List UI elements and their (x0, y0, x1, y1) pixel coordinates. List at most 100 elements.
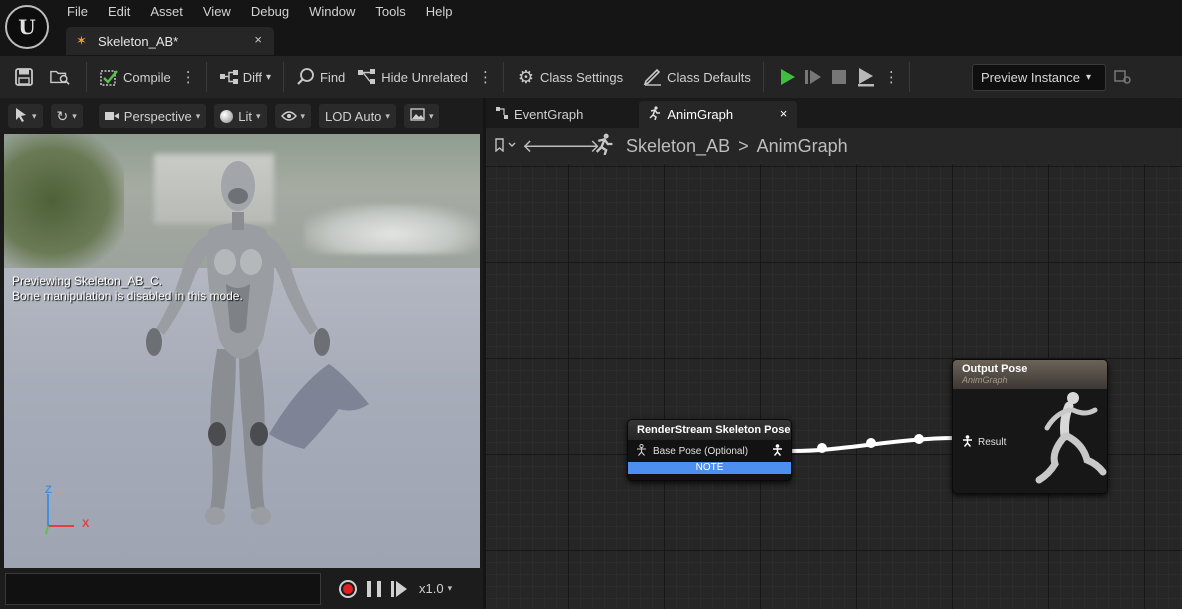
toolbar-divider (205, 62, 207, 92)
toolbar-divider (762, 62, 764, 92)
preview-instance-dropdown[interactable]: Preview Instance ▾ (972, 64, 1106, 91)
timeline-scrubber[interactable] (5, 572, 321, 605)
document-tab-title: Skeleton_AB* (98, 33, 179, 49)
save-button[interactable] (0, 56, 44, 98)
camera-icon (104, 109, 119, 124)
viewport-settings-dropdown[interactable]: ▾ (403, 104, 440, 128)
close-tab-icon[interactable]: × (780, 106, 788, 121)
play-button[interactable] (770, 56, 800, 98)
toolbar-divider (86, 62, 87, 92)
eject-icon (857, 68, 874, 87)
class-settings-label: Class Settings (540, 69, 624, 85)
note-bar[interactable]: NOTE (628, 462, 791, 474)
graph-options-icon[interactable]: ⋮ (474, 68, 497, 86)
breadcrumb-asset[interactable]: Skeleton_AB (626, 136, 730, 157)
class-settings-button[interactable]: ⚙ Class Settings (510, 56, 629, 98)
eject-button[interactable] (852, 56, 880, 98)
menu-view[interactable]: View (193, 3, 241, 21)
skeleton-asset-icon: ✶ (76, 33, 87, 48)
preview-viewport[interactable]: ▾ ↻ ▾ Perspective ▾ Lit ▾ ▾ LOD Auto ▾ ▾… (0, 98, 483, 609)
menu-window[interactable]: Window (299, 3, 365, 21)
menu-help[interactable]: Help (416, 3, 463, 21)
perspective-dropdown[interactable]: Perspective ▾ (98, 104, 207, 128)
menu-file[interactable]: File (57, 3, 98, 21)
hide-unrelated-button[interactable]: Hide Unrelated (351, 56, 474, 98)
rotate-icon: ↻ (56, 107, 69, 124)
find-label: Find (319, 69, 346, 85)
result-label: Result (978, 437, 1007, 448)
result-pin[interactable]: Result (962, 435, 1006, 450)
main-menu: File Edit Asset View Debug Window Tools … (57, 3, 463, 21)
menu-tools[interactable]: Tools (365, 3, 415, 21)
debug-filter-icon[interactable] (1114, 68, 1132, 89)
menu-edit[interactable]: Edit (98, 3, 140, 21)
pose-pin-icon (962, 435, 973, 450)
renderstream-skeleton-pose-node[interactable]: RenderStream Skeleton Pose Base Pose (Op… (627, 419, 792, 481)
class-defaults-button[interactable]: Class Defaults (637, 56, 757, 98)
close-tab-icon[interactable]: × (254, 32, 262, 47)
node-title: Output Pose (962, 363, 1028, 375)
anim-graph-canvas[interactable]: RenderStream Skeleton Pose Base Pose (Op… (486, 164, 1182, 609)
lit-sphere-icon (220, 109, 234, 123)
breadcrumb-graph[interactable]: AnimGraph (757, 136, 848, 157)
tab-event-graph[interactable]: EventGraph (488, 101, 593, 128)
chevron-down-icon: ▾ (195, 110, 201, 121)
diff-button[interactable]: Diff ▾ (213, 56, 277, 98)
chevron-down-icon: ▾ (265, 71, 271, 83)
viewport-toolbar: ▾ ↻ ▾ Perspective ▾ Lit ▾ ▾ LOD Auto ▾ ▾ (0, 98, 483, 134)
step-forward-icon[interactable] (391, 580, 407, 597)
unreal-logo-icon[interactable]: U (5, 5, 49, 49)
step-button[interactable] (800, 56, 826, 98)
stop-button[interactable] (826, 56, 852, 98)
find-button[interactable]: Find (290, 56, 351, 98)
pose-output-pin-icon[interactable] (772, 444, 783, 459)
axis-x-label: X (82, 518, 90, 530)
running-figure-icon (592, 133, 614, 160)
base-pose-pin[interactable]: Base Pose (Optional) (628, 440, 791, 462)
pause-icon[interactable] (367, 580, 381, 597)
select-mode-button[interactable]: ▾ (8, 104, 43, 128)
main-toolbar: Compile ⋮ Diff ▾ Find Hide Unrelated ⋮ ⚙… (0, 56, 1182, 98)
tab-anim-graph-label: AnimGraph (667, 107, 734, 122)
class-defaults-icon (643, 67, 663, 87)
output-pose-node[interactable]: Output Pose AnimGraph Result (952, 359, 1108, 494)
tab-anim-graph[interactable]: AnimGraph × (639, 101, 798, 128)
compile-button[interactable]: Compile (93, 56, 177, 98)
find-icon (296, 67, 316, 87)
lit-label: Lit (238, 108, 252, 124)
menu-debug[interactable]: Debug (241, 3, 299, 21)
axis-z-label: Z (45, 484, 52, 496)
browse-folder-icon (50, 67, 70, 87)
chevron-down-icon: ▾ (32, 110, 37, 121)
graph-tab-bar: EventGraph AnimGraph × (486, 98, 1182, 128)
chevron-down-icon: ▾ (447, 583, 453, 593)
transform-mode-button[interactable]: ↻ ▾ (50, 104, 83, 128)
lit-dropdown[interactable]: Lit ▾ (214, 104, 267, 128)
breadcrumb-separator: > (738, 135, 749, 156)
lod-label: LOD Auto (325, 108, 382, 124)
compile-options-icon[interactable]: ⋮ (177, 68, 200, 86)
graph-editor: EventGraph AnimGraph × 🡐 🡒 Skeleton_AB >… (486, 98, 1182, 609)
menu-asset[interactable]: Asset (140, 3, 193, 21)
browse-button[interactable] (44, 56, 80, 98)
bookmark-icon[interactable] (494, 137, 522, 155)
hide-unrelated-icon (357, 67, 377, 87)
cursor-icon (14, 107, 28, 126)
gear-icon: ⚙ (517, 66, 535, 87)
show-flags-dropdown[interactable]: ▾ (274, 104, 312, 128)
playback-speed[interactable]: x1.0 (419, 581, 444, 596)
viewport-info-line: Previewing Skeleton_AB_C. (12, 274, 163, 288)
lod-dropdown[interactable]: LOD Auto ▾ (319, 104, 396, 128)
play-icon (780, 69, 795, 85)
chevron-down-icon: ▾ (1086, 72, 1092, 83)
forward-arrow-icon[interactable]: 🡒 (552, 136, 600, 157)
tab-event-graph-label: EventGraph (514, 107, 584, 122)
chevron-down-icon: ▾ (72, 110, 77, 121)
document-tab[interactable]: ✶ Skeleton_AB* × (66, 27, 274, 55)
record-icon[interactable] (339, 579, 357, 598)
play-options-icon[interactable]: ⋮ (880, 68, 903, 86)
base-pose-label: Base Pose (Optional) (653, 445, 749, 457)
compile-label: Compile (123, 69, 171, 85)
node-title: RenderStream Skeleton Pose (628, 420, 791, 440)
back-arrow-icon[interactable]: 🡐 (522, 136, 570, 157)
